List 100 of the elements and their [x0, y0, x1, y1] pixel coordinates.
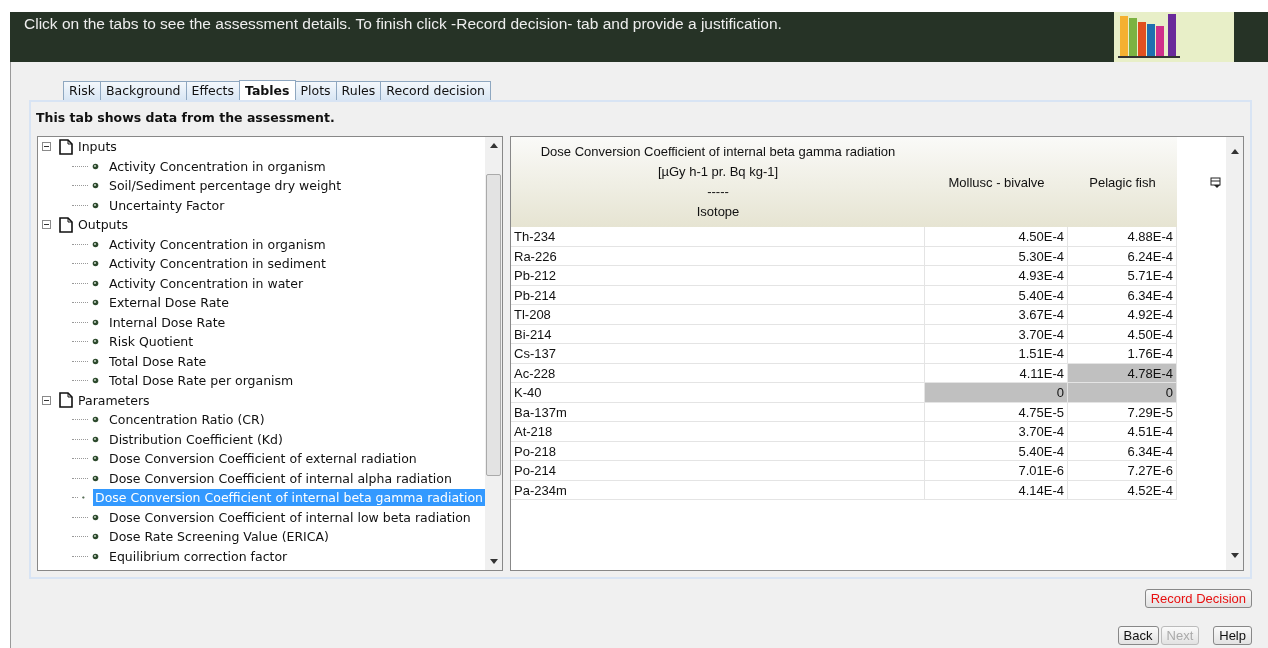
- record-decision-button[interactable]: Record Decision: [1144, 589, 1252, 608]
- tab[interactable]: Background: [99, 81, 187, 100]
- table-cell: 3.70E-4: [925, 422, 1068, 441]
- tree-item[interactable]: Activity Concentration in water: [107, 274, 306, 292]
- instruction-text: Click on the tabs to see the assessment details. To finish click -Record decision- tab and provide a justification.: [23, 14, 782, 33]
- collapse-icon[interactable]: [42, 142, 51, 152]
- tree-item[interactable]: Activity Concentration in organism: [107, 235, 328, 253]
- bullet-icon: [92, 338, 99, 346]
- tree-item[interactable]: Total Dose Rate: [107, 352, 209, 370]
- column-chooser-icon[interactable]: [1210, 177, 1222, 189]
- table-cell: 4.93E-4: [925, 266, 1068, 285]
- table-cell: Pa-234m: [511, 480, 925, 499]
- tab[interactable]: Risk: [63, 81, 101, 100]
- table-cell: 4.92E-4: [1068, 305, 1177, 324]
- table-cell: 4.14E-4: [925, 480, 1068, 499]
- table-cell: Ra-226: [511, 246, 925, 265]
- bullet-icon: [92, 279, 99, 287]
- nav-button[interactable]: Back: [1117, 626, 1159, 645]
- table-cell: 4.75E-5: [925, 402, 1068, 421]
- tree-item[interactable]: Internal Dose Rate: [107, 313, 228, 331]
- bullet-icon: [92, 513, 99, 521]
- table-cell: 4.50E-4: [1068, 324, 1177, 343]
- header-line: Isotope: [696, 203, 740, 221]
- bullet-icon: [92, 260, 99, 268]
- table-cell: Po-218: [511, 441, 925, 460]
- table-cell: 7.29E-5: [1068, 402, 1177, 421]
- table-cell: 4.51E-4: [1068, 422, 1177, 441]
- bullet-icon: [92, 416, 99, 424]
- bullet-icon: [92, 552, 99, 560]
- table-cell: 6.24E-4: [1068, 246, 1177, 265]
- bullet-icon: [92, 162, 99, 170]
- tree-item[interactable]: Dose Rate Screening Value (ERICA): [107, 528, 331, 546]
- tree-item[interactable]: Total Dose Rate per organism: [107, 372, 296, 390]
- bullet-icon: [92, 533, 99, 541]
- bullet-icon: [92, 240, 99, 248]
- table-cell: 3.67E-4: [925, 305, 1068, 324]
- bullet-icon: [92, 455, 99, 463]
- table-cell: Pb-214: [511, 285, 925, 304]
- tab[interactable]: Plots: [294, 81, 337, 100]
- table-cell: Bi-214: [511, 324, 925, 343]
- collapse-icon[interactable]: [42, 395, 51, 405]
- tree-item[interactable]: Dose Conversion Coefficient of internal low beta radiation: [107, 508, 473, 526]
- tab[interactable]: Record decision: [380, 81, 492, 100]
- tab-description: This tab shows data from the assessment.: [36, 110, 336, 127]
- tree-item[interactable]: Soil/Sediment percentage dry weight: [107, 177, 344, 195]
- tree-item[interactable]: Concentration Ratio (CR): [107, 411, 267, 429]
- tab[interactable]: Tables: [239, 80, 296, 100]
- table-cell: 4.50E-4: [925, 227, 1068, 246]
- table-cell: 7.27E-6: [1068, 461, 1177, 480]
- table-cell: Tl-208: [511, 305, 925, 324]
- tree-item[interactable]: Dose Conversion Coefficient of external radiation: [107, 450, 419, 468]
- table-cell: 5.71E-4: [1068, 266, 1177, 285]
- tree-item[interactable]: External Dose Rate: [107, 294, 231, 312]
- bullet-icon: [92, 318, 99, 326]
- table-cell: 6.34E-4: [1068, 441, 1177, 460]
- tree-item[interactable]: Distribution Coefficient (Kd): [107, 430, 285, 448]
- table-cell: 3.70E-4: [925, 324, 1068, 343]
- header-line: -----: [707, 183, 729, 201]
- tree-group-label[interactable]: Inputs: [78, 139, 117, 155]
- bullet-icon: [82, 494, 85, 502]
- document-icon: [59, 392, 73, 409]
- table-cell: 5.40E-4: [925, 285, 1068, 304]
- tree-item[interactable]: Risk Quotient: [107, 333, 196, 351]
- tree-group-label[interactable]: Outputs: [78, 217, 128, 233]
- table-cell: Cs-137: [511, 344, 925, 363]
- table-cell: 0: [1068, 383, 1177, 402]
- scroll-bar[interactable]: [485, 137, 502, 570]
- bullet-icon: [92, 377, 99, 385]
- table-cell: 0: [925, 383, 1068, 402]
- tree-item[interactable]: Uncertainty Factor: [107, 196, 227, 214]
- table-cell: Po-214: [511, 461, 925, 480]
- bullet-icon: [92, 435, 99, 443]
- table-cell: Ac-228: [511, 363, 925, 382]
- tree-group-label[interactable]: Parameters: [78, 392, 150, 408]
- bullet-icon: [92, 474, 99, 482]
- bullet-icon: [92, 299, 99, 307]
- help-button[interactable]: Help: [1213, 626, 1252, 645]
- tree-item[interactable]: Equilibrium correction factor: [107, 547, 290, 565]
- table-cell: 5.30E-4: [925, 246, 1068, 265]
- tree-item[interactable]: Activity Concentration in organism: [107, 157, 328, 175]
- bullet-icon: [92, 201, 99, 209]
- header-line: [µGy h-1 pr. Bq kg-1]: [657, 163, 779, 181]
- table-cell: 5.40E-4: [925, 441, 1068, 460]
- document-icon: [59, 216, 73, 233]
- column-header: Pelagic fish: [1088, 173, 1157, 192]
- tab[interactable]: Rules: [335, 81, 382, 100]
- column-header: Mollusc - bivalve: [947, 173, 1046, 192]
- table-cell: 6.34E-4: [1068, 285, 1177, 304]
- collapse-icon[interactable]: [42, 220, 51, 230]
- header-line: Dose Conversion Coefficient of internal beta gamma radiation: [540, 143, 896, 161]
- tree-item[interactable]: Dose Conversion Coefficient of internal alpha radiation: [107, 469, 454, 487]
- table-cell: At-218: [511, 422, 925, 441]
- scroll-bar[interactable]: [1226, 137, 1243, 570]
- bullet-icon: [92, 357, 99, 365]
- table-cell: Th-234: [511, 227, 925, 246]
- tree-item[interactable]: Activity Concentration in sediment: [107, 255, 328, 273]
- table-cell: 7.01E-6: [925, 461, 1068, 480]
- bullet-icon: [92, 182, 99, 190]
- table-cell: Ba-137m: [511, 402, 925, 421]
- tab[interactable]: Effects: [185, 81, 240, 100]
